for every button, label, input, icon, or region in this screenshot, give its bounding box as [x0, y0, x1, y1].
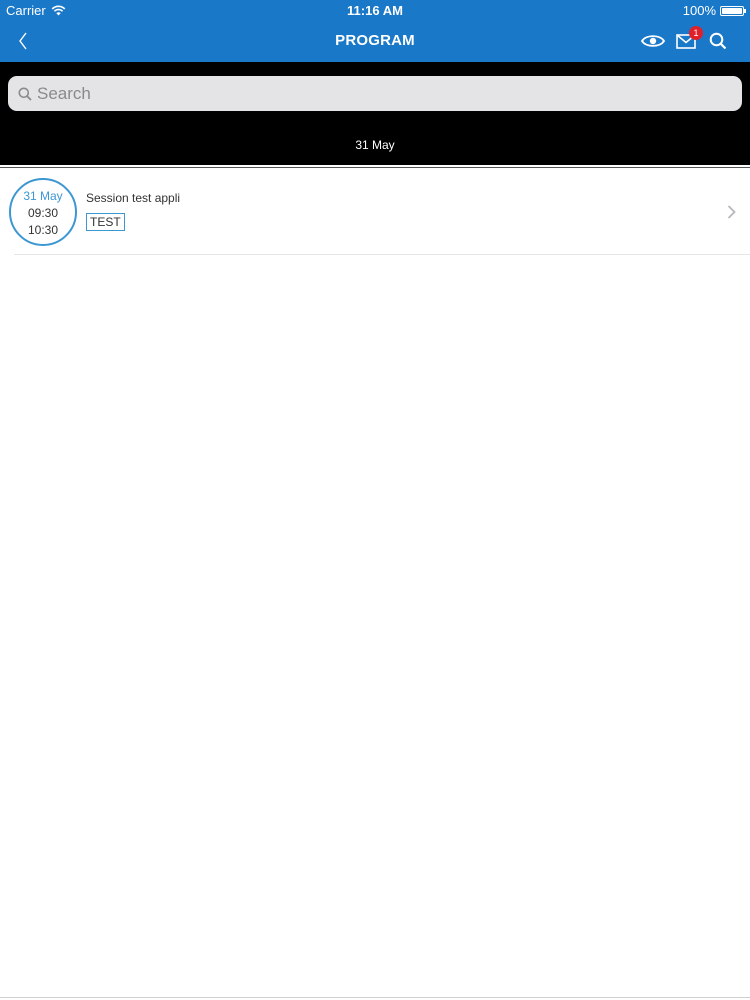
page-title: PROGRAM	[335, 32, 415, 49]
mail-button[interactable]: 1	[673, 26, 703, 53]
battery-icon	[720, 5, 746, 16]
status-bar: Carrier 11:16 AM 100%	[0, 0, 750, 20]
session-title: Session test appli	[86, 191, 181, 205]
row-separator	[14, 254, 750, 255]
search-field[interactable]	[8, 76, 742, 111]
eye-button[interactable]	[640, 29, 666, 53]
session-start-time: 09:30	[27, 206, 59, 220]
date-section-header: 31 May	[355, 138, 395, 152]
mail-badge: 1	[689, 26, 703, 40]
chevron-right-icon	[724, 203, 738, 221]
status-time: 11:16 AM	[347, 3, 403, 18]
search-button[interactable]	[705, 29, 731, 53]
session-date-circle: 31 May 09:30 10:30	[9, 178, 77, 246]
bottom-divider	[0, 997, 750, 998]
search-icon	[709, 32, 727, 50]
search-field-icon	[17, 86, 33, 102]
session-date: 31 May	[23, 189, 63, 203]
session-tag: TEST	[86, 213, 125, 231]
session-row[interactable]: 31 May 09:30 10:30 Session test appli TE…	[0, 168, 750, 255]
session-end-time: 10:30	[27, 223, 59, 237]
search-section: 31 May	[0, 62, 750, 165]
search-input[interactable]	[37, 83, 717, 104]
battery-fill	[722, 7, 742, 14]
battery-percent: 100%	[682, 3, 716, 18]
status-right: 100%	[682, 3, 746, 18]
top-bar: Carrier 11:16 AM 100% PROGRAM 1	[0, 0, 750, 62]
eye-icon	[641, 35, 665, 47]
